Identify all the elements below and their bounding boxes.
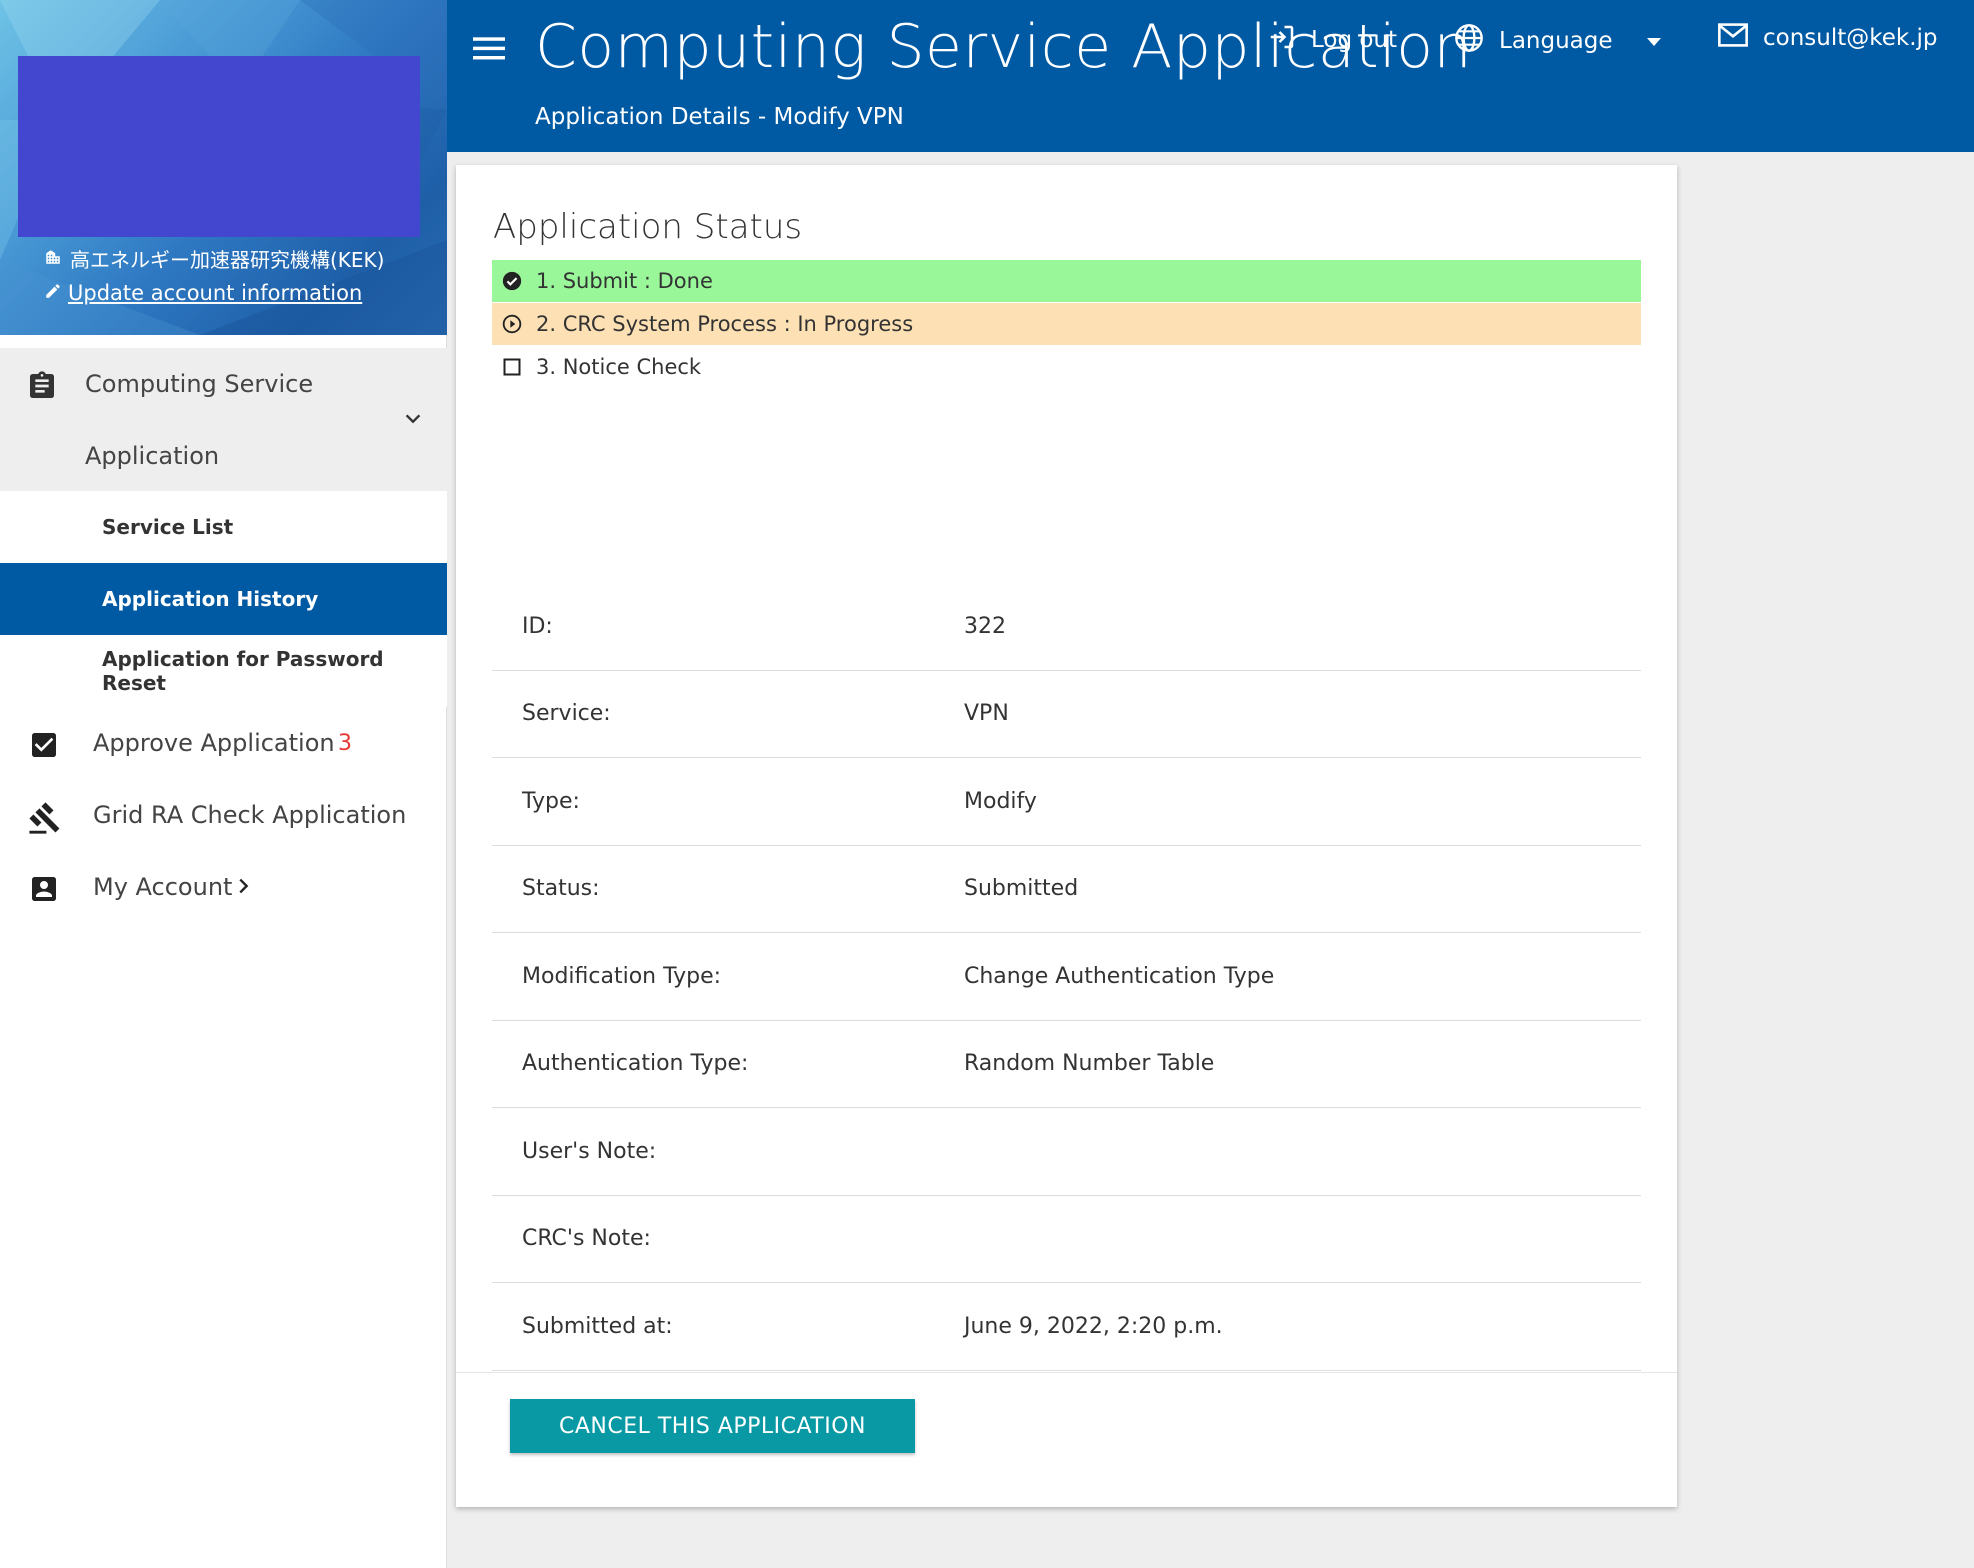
sidebar-item-application-history[interactable]: Application History — [0, 563, 447, 635]
detail-key: CRC's Note: — [522, 1226, 651, 1252]
cancel-application-button[interactable]: CANCEL THIS APPLICATION — [510, 1399, 915, 1453]
gavel-icon — [28, 801, 62, 841]
email-label: consult@kek.jp — [1763, 25, 1938, 51]
table-row: Status: Submitted — [492, 846, 1641, 933]
my-account-label: My Account — [93, 873, 233, 901]
play-circle-icon — [502, 314, 522, 334]
check-circle-icon — [502, 271, 522, 291]
table-row: Service: VPN — [492, 671, 1641, 758]
table-row: Type: Modify — [492, 758, 1641, 846]
logout-icon — [1267, 22, 1297, 58]
detail-value: 322 — [964, 613, 1006, 639]
language-label: Language — [1499, 28, 1613, 54]
detail-key: Submitted at: — [522, 1313, 673, 1339]
update-account-link[interactable]: Update account information — [44, 281, 362, 305]
status-step-crc-process: 2. CRC System Process : In Progress — [492, 303, 1641, 345]
detail-value: Modify — [964, 788, 1037, 814]
table-row: CRC's Note: — [492, 1196, 1641, 1283]
sidebar: 高エネルギー加速器研究機構(KEK) Update account inform… — [0, 0, 447, 1568]
building-icon — [44, 247, 62, 271]
page-subtitle: Application Details - Modify VPN — [535, 104, 904, 130]
clipboard-icon — [26, 368, 58, 408]
approve-application-label: Approve Application — [93, 729, 335, 757]
sidebar-item-service-list[interactable]: Service List — [0, 491, 447, 563]
approve-count-badge: 3 — [338, 730, 352, 756]
logout-button[interactable]: Log out — [1267, 22, 1397, 58]
table-row: Authentication Type: Random Number Table — [492, 1021, 1641, 1108]
table-row: ID: 322 — [492, 583, 1641, 671]
sidebar-item-password-reset[interactable]: Application for Password Reset — [0, 635, 447, 707]
detail-key: Status: — [522, 876, 600, 902]
update-account-label: Update account information — [68, 281, 363, 305]
status-step-label: 3. Notice Check — [536, 355, 702, 379]
language-dropdown[interactable]: Language — [1453, 22, 1663, 60]
detail-value: VPN — [964, 701, 1009, 727]
status-step-label: 1. Submit : Done — [536, 269, 713, 293]
detail-key: Type: — [522, 788, 580, 814]
status-step-label: 2. CRC System Process : In Progress — [536, 312, 914, 336]
status-step-notice-check: 3. Notice Check — [492, 346, 1641, 388]
contact-email-link[interactable]: consult@kek.jp — [1717, 22, 1938, 54]
account-box-icon — [28, 873, 60, 911]
sidebar-item-my-account[interactable]: My Account — [0, 851, 447, 923]
detail-key: Modification Type: — [522, 963, 722, 989]
caret-down-icon — [1645, 28, 1663, 54]
nav-group-label-line2: Application — [85, 442, 220, 470]
nav-group-computing-service[interactable]: Computing Service Application — [0, 348, 447, 491]
pencil-icon — [44, 281, 62, 305]
chevron-down-icon[interactable] — [402, 408, 424, 434]
table-row: Submitted at: June 9, 2022, 2:20 p.m. — [492, 1283, 1641, 1371]
sidebar-nav: Computing Service Application Service Li… — [0, 348, 447, 923]
top-bar: Computing Service Application Applicatio… — [447, 0, 1974, 152]
application-details-card: Application Status 1. Submit : Done 2. C… — [456, 165, 1677, 1507]
detail-key: Service: — [522, 701, 611, 727]
card-footer-divider — [456, 1372, 1677, 1373]
detail-value: Submitted — [964, 876, 1079, 902]
menu-icon[interactable] — [473, 34, 505, 66]
globe-icon — [1453, 22, 1485, 60]
detail-key: User's Note: — [522, 1138, 657, 1164]
sidebar-item-grid-ra-check[interactable]: Grid RA Check Application — [0, 779, 447, 851]
sidebar-header: 高エネルギー加速器研究機構(KEK) Update account inform… — [0, 0, 447, 335]
logout-label: Log out — [1311, 27, 1398, 53]
table-row: Modification Type: Change Authentication… — [492, 933, 1641, 1021]
table-row: User's Note: — [492, 1108, 1641, 1196]
checkbox-empty-icon — [502, 357, 522, 377]
detail-value: Change Authentication Type — [964, 963, 1275, 989]
chevron-right-icon — [232, 875, 254, 903]
sidebar-item-approve-application[interactable]: Approve Application 3 — [0, 707, 447, 779]
avatar — [18, 56, 420, 237]
detail-value: June 9, 2022, 2:20 p.m. — [964, 1313, 1223, 1339]
organization-name: 高エネルギー加速器研究機構(KEK) — [70, 248, 385, 272]
status-step-submit: 1. Submit : Done — [492, 260, 1641, 302]
grid-ra-check-label: Grid RA Check Application — [93, 801, 407, 829]
detail-value: Random Number Table — [964, 1051, 1215, 1077]
checkbox-checked-icon — [28, 729, 60, 767]
nav-group-label-line1: Computing Service — [85, 370, 314, 398]
details-table: ID: 322 Service: VPN Type: Modify Status… — [492, 583, 1641, 1371]
detail-key: Authentication Type: — [522, 1051, 749, 1077]
detail-key: ID: — [522, 613, 553, 639]
mail-icon — [1717, 22, 1749, 54]
status-title: Application Status — [493, 207, 803, 247]
organization-line: 高エネルギー加速器研究機構(KEK) — [44, 244, 384, 273]
